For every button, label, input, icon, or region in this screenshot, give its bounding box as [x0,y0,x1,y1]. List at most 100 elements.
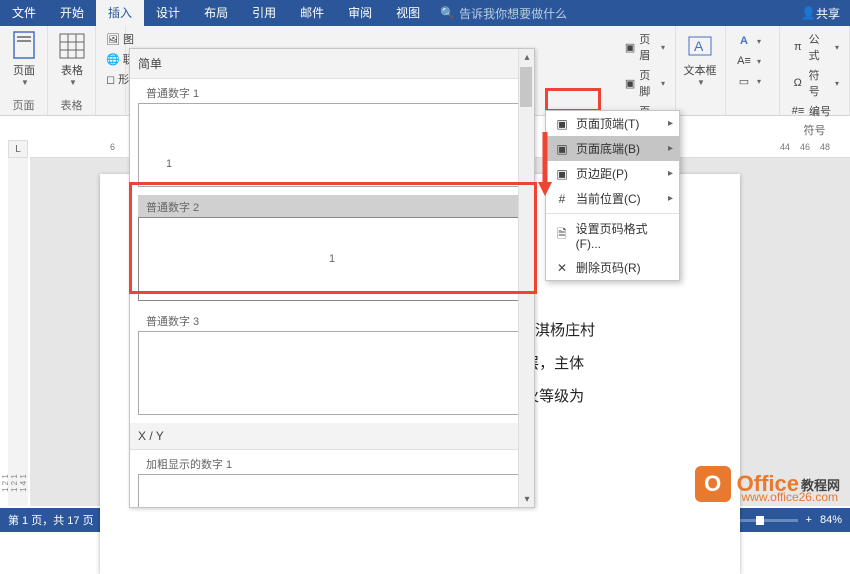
chevron-down-icon: ▾ [661,43,665,52]
chevron-down-icon: ▾ [661,79,665,88]
submenu-arrow-icon: ▸ [668,168,673,179]
equation-button[interactable]: π公式▾ [786,30,843,64]
share-icon: 👤 [801,6,816,20]
shapes-icon: ◻ [106,71,115,87]
header-button[interactable]: ▣页眉▾ [620,30,669,64]
format-icon: 🗎 [554,228,570,244]
submenu-arrow-icon: ▸ [668,193,673,204]
footer-icon: ▣ [624,75,636,91]
submenu-arrow-icon: ▸ [668,143,673,154]
object-icon: ▭ [736,73,752,89]
zoom-level[interactable]: 84% [820,514,842,526]
pictures-button[interactable]: 🖼图 [102,30,119,48]
dropcap-button[interactable]: A≡▾ [732,52,773,70]
menu-label: 当前位置(C) [576,190,641,207]
menu-remove-page-numbers[interactable]: ✕ 删除页码(R) [546,255,679,280]
status-page[interactable]: 第 1 页，共 17 页 [8,512,94,528]
tab-insert[interactable]: 插入 [96,0,144,26]
gallery-preview [138,474,526,508]
gallery-item-plain3[interactable]: 普通数字 3 [138,309,526,415]
gallery-item-label: 普通数字 1 [138,81,526,103]
tab-layout[interactable]: 布局 [192,0,240,26]
scroll-down-icon[interactable]: ▾ [519,491,535,507]
submenu-arrow-icon: ▸ [668,118,673,129]
online-button[interactable]: 🌐联 [102,50,119,68]
current-position-icon: # [554,191,570,207]
gallery-item-bold1[interactable]: 加粗显示的数字 1 [138,452,526,508]
pi-icon: π [790,39,806,55]
gallery-preview [138,331,526,415]
page-number-gallery: 简单 普通数字 1 1 普通数字 2 1 普通数字 3 X / Y 加粗显示的数… [129,48,535,508]
gallery-section-xy: X / Y [130,423,534,450]
search-icon: 🔍 [440,6,455,20]
tab-review[interactable]: 审阅 [336,0,384,26]
menu-separator [546,213,679,214]
page-top-icon: ▣ [554,116,570,132]
share-button[interactable]: 👤 共享 [801,5,840,22]
tell-me-label: 告诉我你想要做什么 [459,5,567,22]
remove-icon: ✕ [554,260,570,276]
gallery-section-simple: 简单 [130,49,534,79]
footer-button[interactable]: ▣页脚▾ [620,66,669,100]
chevron-down-icon: ▾ [757,37,761,46]
menu-label: 页面底端(B) [576,140,640,157]
group-symbols-label: 符号 [786,122,843,138]
table-label: 表格 [61,62,83,78]
chevron-down-icon: ▾ [835,43,839,52]
ruler-vertical[interactable]: 1 4 1 1 2 1 1 2 1 1 10 1 1 8 1 1 6 1 1 4… [8,158,28,506]
gallery-scrollbar[interactable]: ▴ ▾ [518,49,534,507]
table-button[interactable]: 表格 ▼ [54,30,90,87]
menu-label: 页边距(P) [576,165,628,182]
gallery-preview: 1 [138,103,526,187]
menu-page-bottom[interactable]: ▣ 页面底端(B) ▸ [546,136,679,161]
gallery-preview: 1 [138,217,526,301]
pages-button[interactable]: 页面 ▼ [6,30,42,87]
number-button[interactable]: #≡编号 [786,102,843,120]
chevron-down-icon: ▾ [757,77,761,86]
symbol-button[interactable]: Ω符号▾ [786,66,843,100]
ribbon-tabs: 文件 开始 插入 设计 布局 引用 邮件 审阅 视图 🔍 告诉我你想要做什么 👤… [0,0,850,26]
gallery-item-plain2[interactable]: 普通数字 2 1 [138,195,526,301]
page-number-menu: ▣ 页面顶端(T) ▸ ▣ 页面底端(B) ▸ ▣ 页边距(P) ▸ # 当前位… [545,110,680,281]
shapes-button[interactable]: ◻形 [102,70,119,88]
tab-mailings[interactable]: 邮件 [288,0,336,26]
page-margins-icon: ▣ [554,166,570,182]
scroll-thumb[interactable] [520,67,532,107]
menu-page-top[interactable]: ▣ 页面顶端(T) ▸ [546,111,679,136]
menu-format-page-numbers[interactable]: 🗎 设置页码格式(F)... [546,216,679,255]
menu-current-position[interactable]: # 当前位置(C) ▸ [546,186,679,211]
menu-label: 页面顶端(T) [576,115,639,132]
chevron-down-icon: ▼ [69,78,77,87]
wordart-button[interactable]: A▾ [732,32,773,50]
omega-icon: Ω [790,75,806,91]
page-bottom-icon: ▣ [554,141,570,157]
header-icon: ▣ [624,39,636,55]
tab-file[interactable]: 文件 [0,0,48,26]
zoom-in-button[interactable]: + [806,514,812,526]
page-icon [8,30,40,62]
chevron-down-icon: ▼ [21,78,29,87]
textbox-label: 文本框 [684,62,717,78]
group-tables-label: 表格 [54,97,89,113]
textbox-button[interactable]: A 文本框 ▼ [682,30,718,87]
globe-icon: 🌐 [106,51,120,67]
menu-label: 删除页码(R) [576,259,641,276]
gallery-item-label: 加粗显示的数字 1 [138,452,526,474]
tab-home[interactable]: 开始 [48,0,96,26]
textbox-icon: A [684,30,716,62]
object-button[interactable]: ▭▾ [732,72,773,90]
tell-me-search[interactable]: 🔍 告诉我你想要做什么 [440,5,567,22]
picture-icon: 🖼 [106,31,120,47]
tab-references[interactable]: 引用 [240,0,288,26]
wordart-icon: A [736,33,752,49]
scroll-up-icon[interactable]: ▴ [519,49,535,65]
tab-design[interactable]: 设计 [144,0,192,26]
tab-view[interactable]: 视图 [384,0,432,26]
ruler-corner[interactable]: L [8,140,28,158]
share-label: 共享 [816,5,840,22]
gallery-item-label: 普通数字 2 [138,195,526,217]
gallery-item-plain1[interactable]: 普通数字 1 1 [138,81,526,187]
zoom-thumb[interactable] [756,516,764,525]
pages-label: 页面 [13,62,35,78]
menu-page-margins[interactable]: ▣ 页边距(P) ▸ [546,161,679,186]
